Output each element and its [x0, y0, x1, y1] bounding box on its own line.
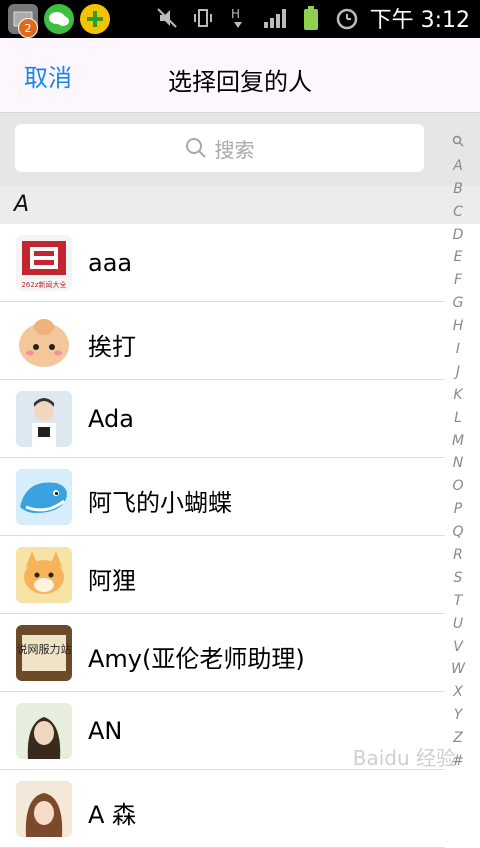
wechat-icon	[44, 4, 74, 34]
list-item[interactable]: Ada	[0, 380, 445, 458]
index-letter[interactable]: M	[448, 430, 468, 453]
contact-name: aaa	[88, 249, 133, 277]
contact-name: AN	[88, 717, 123, 745]
system-icons: H 下午 3:12	[154, 2, 470, 34]
index-letter[interactable]: X	[448, 681, 468, 704]
watermark: Baidu 经验	[352, 746, 456, 770]
index-letter[interactable]: L	[448, 407, 468, 430]
index-letter[interactable]: N	[448, 452, 468, 475]
index-letter[interactable]: O	[448, 475, 468, 498]
contact-name: 阿飞的小蝴蝶	[88, 489, 232, 517]
index-letter[interactable]: Q	[448, 521, 468, 544]
index-letter[interactable]: I	[448, 338, 468, 361]
avatar	[16, 703, 72, 759]
index-letter[interactable]: E	[448, 246, 468, 269]
clock-time: 下午 3:12	[369, 8, 470, 33]
title-bar: 选择回复的人 取消	[0, 38, 480, 113]
list-item[interactable]: A 森	[0, 770, 445, 848]
avatar	[16, 391, 72, 447]
index-letter[interactable]: S	[448, 567, 468, 590]
battery-icon	[298, 5, 324, 31]
index-letter[interactable]: G	[448, 292, 468, 315]
contact-name: 挨打	[88, 333, 136, 361]
alarm-icon	[334, 5, 360, 31]
notification-badge: 2	[18, 18, 38, 38]
vibrate-icon	[190, 5, 216, 31]
index-letter[interactable]: F	[448, 269, 468, 292]
section-header-label: A	[14, 192, 30, 217]
contact-name: Ada	[88, 405, 134, 433]
svg-text:说网服力站: 说网服力站	[17, 642, 72, 656]
search-icon	[185, 138, 206, 158]
index-letter[interactable]: P	[448, 498, 468, 521]
index-letter[interactable]: B	[448, 178, 468, 201]
index-letter[interactable]: H	[448, 315, 468, 338]
index-letter[interactable]: D	[448, 224, 468, 247]
index-letter[interactable]: J	[448, 361, 468, 384]
cancel-button[interactable]: 取消	[24, 58, 72, 93]
avatar	[16, 547, 72, 603]
index-letter[interactable]: R	[448, 544, 468, 567]
mute-icon	[154, 5, 180, 31]
notification-icons: 2	[8, 4, 110, 38]
index-letter[interactable]: V	[448, 636, 468, 659]
list-item[interactable]: 阿飞的小蝴蝶	[0, 458, 445, 536]
list-item[interactable]: 阿狸	[0, 536, 445, 614]
section-header-a: A	[0, 186, 480, 224]
index-letter[interactable]: C	[448, 201, 468, 224]
data-hplus-icon: H	[226, 5, 252, 31]
index-letter[interactable]: Y	[448, 704, 468, 727]
gallery-notification-icon: 2	[8, 4, 38, 38]
avatar	[16, 313, 72, 369]
page-title: 选择回复的人	[168, 68, 312, 96]
index-letter[interactable]: A	[448, 155, 468, 178]
index-letter[interactable]: U	[448, 613, 468, 636]
svg-text:262z新闻大全: 262z新闻大全	[21, 280, 66, 289]
signal-icon	[262, 5, 288, 31]
avatar	[16, 781, 72, 837]
index-letter[interactable]: K	[448, 384, 468, 407]
list-item[interactable]: 262z新闻大全 aaa	[0, 224, 445, 302]
avatar	[16, 469, 72, 525]
search-placeholder: 搜索	[214, 137, 255, 162]
index-search-icon[interactable]	[448, 132, 468, 155]
avatar: 262z新闻大全	[16, 235, 72, 291]
svg-text:H: H	[231, 7, 240, 21]
index-letter[interactable]: W	[448, 658, 468, 681]
contact-name: Amy(亚伦老师助理)	[88, 645, 305, 673]
security-plus-icon	[80, 4, 110, 34]
status-bar: 2 H 下午 3:12	[0, 0, 480, 38]
avatar: 说网服力站	[16, 625, 72, 681]
list-item[interactable]: 说网服力站 Amy(亚伦老师助理)	[0, 614, 445, 692]
index-letters[interactable]: A B C D E F G H I J K L M N O P Q R S T U V W X Y Z #	[448, 155, 468, 773]
alphabet-index[interactable]: A B C D E F G H I J K L M N O P Q R S T U V W X Y Z #	[448, 132, 468, 773]
contact-name: 阿狸	[88, 567, 136, 595]
contact-name: A 森	[88, 801, 137, 829]
list-item[interactable]: 挨打	[0, 302, 445, 380]
search-input[interactable]: 搜索	[15, 124, 424, 172]
index-letter[interactable]: T	[448, 590, 468, 613]
search-area: 搜索	[0, 113, 480, 186]
